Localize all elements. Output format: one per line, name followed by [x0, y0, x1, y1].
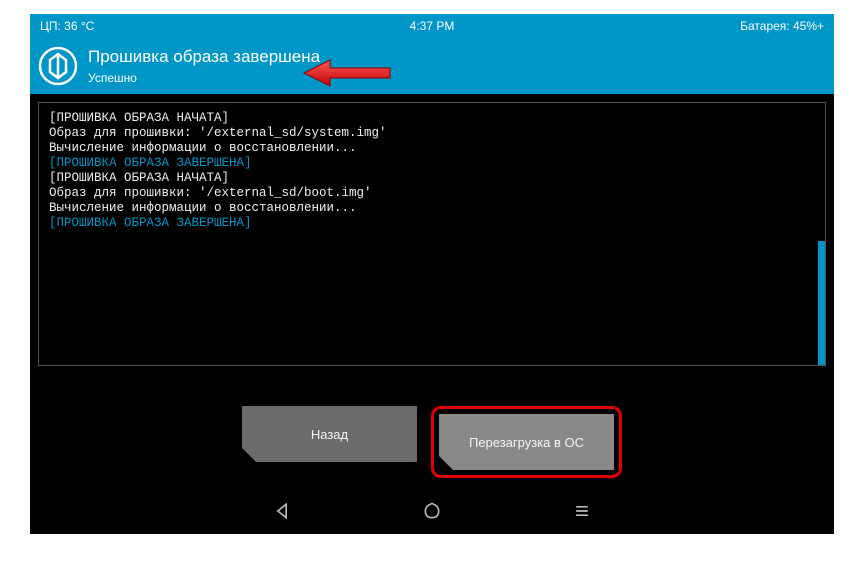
log-line: Образ для прошивки: '/external_sd/boot.i… [49, 186, 815, 201]
log-line: Вычисление информации о восстановлении..… [49, 141, 815, 156]
page-title: Прошивка образа завершена [88, 47, 320, 67]
twrp-logo-icon [38, 46, 78, 86]
log-line: [ПРОШИВКА ОБРАЗА НАЧАТА] [49, 111, 815, 126]
log-line: [ПРОШИВКА ОБРАЗА ЗАВЕРШЕНА] [49, 216, 815, 231]
titlebar: Прошивка образа завершена Успешно [30, 38, 834, 94]
device-screen: ЦП: 36 °C 4:37 PM Батарея: 45%+ Прошивка… [30, 14, 834, 534]
cpu-temp: ЦП: 36 °C [40, 19, 94, 33]
back-button[interactable]: Назад [242, 406, 417, 462]
log-line: Образ для прошивки: '/external_sd/system… [49, 126, 815, 141]
title-text: Прошивка образа завершена Успешно [88, 47, 320, 85]
reboot-highlight: Перезагрузка в ОС [431, 406, 622, 478]
log-line: [ПРОШИВКА ОБРАЗА НАЧАТА] [49, 171, 815, 186]
scrollbar[interactable] [818, 241, 825, 365]
nav-home-icon[interactable] [422, 501, 442, 521]
nav-menu-icon[interactable] [572, 501, 592, 521]
reboot-button[interactable]: Перезагрузка в ОС [439, 414, 614, 470]
battery-status: Батарея: 45%+ [740, 19, 824, 33]
reboot-button-label: Перезагрузка в ОС [469, 435, 584, 450]
clock: 4:37 PM [410, 19, 455, 33]
log-line: Вычисление информации о восстановлении..… [49, 201, 815, 216]
button-row: Назад Перезагрузка в ОС [30, 406, 834, 478]
android-navbar [30, 488, 834, 534]
nav-back-icon[interactable] [272, 501, 292, 521]
log-line: [ПРОШИВКА ОБРАЗА ЗАВЕРШЕНА] [49, 156, 815, 171]
statusbar: ЦП: 36 °C 4:37 PM Батарея: 45%+ [30, 14, 834, 38]
page-subtitle: Успешно [88, 71, 320, 85]
arrow-annotation-icon [302, 58, 392, 93]
log-output[interactable]: [ПРОШИВКА ОБРАЗА НАЧАТА]Образ для прошив… [38, 102, 826, 366]
back-button-label: Назад [311, 427, 348, 442]
